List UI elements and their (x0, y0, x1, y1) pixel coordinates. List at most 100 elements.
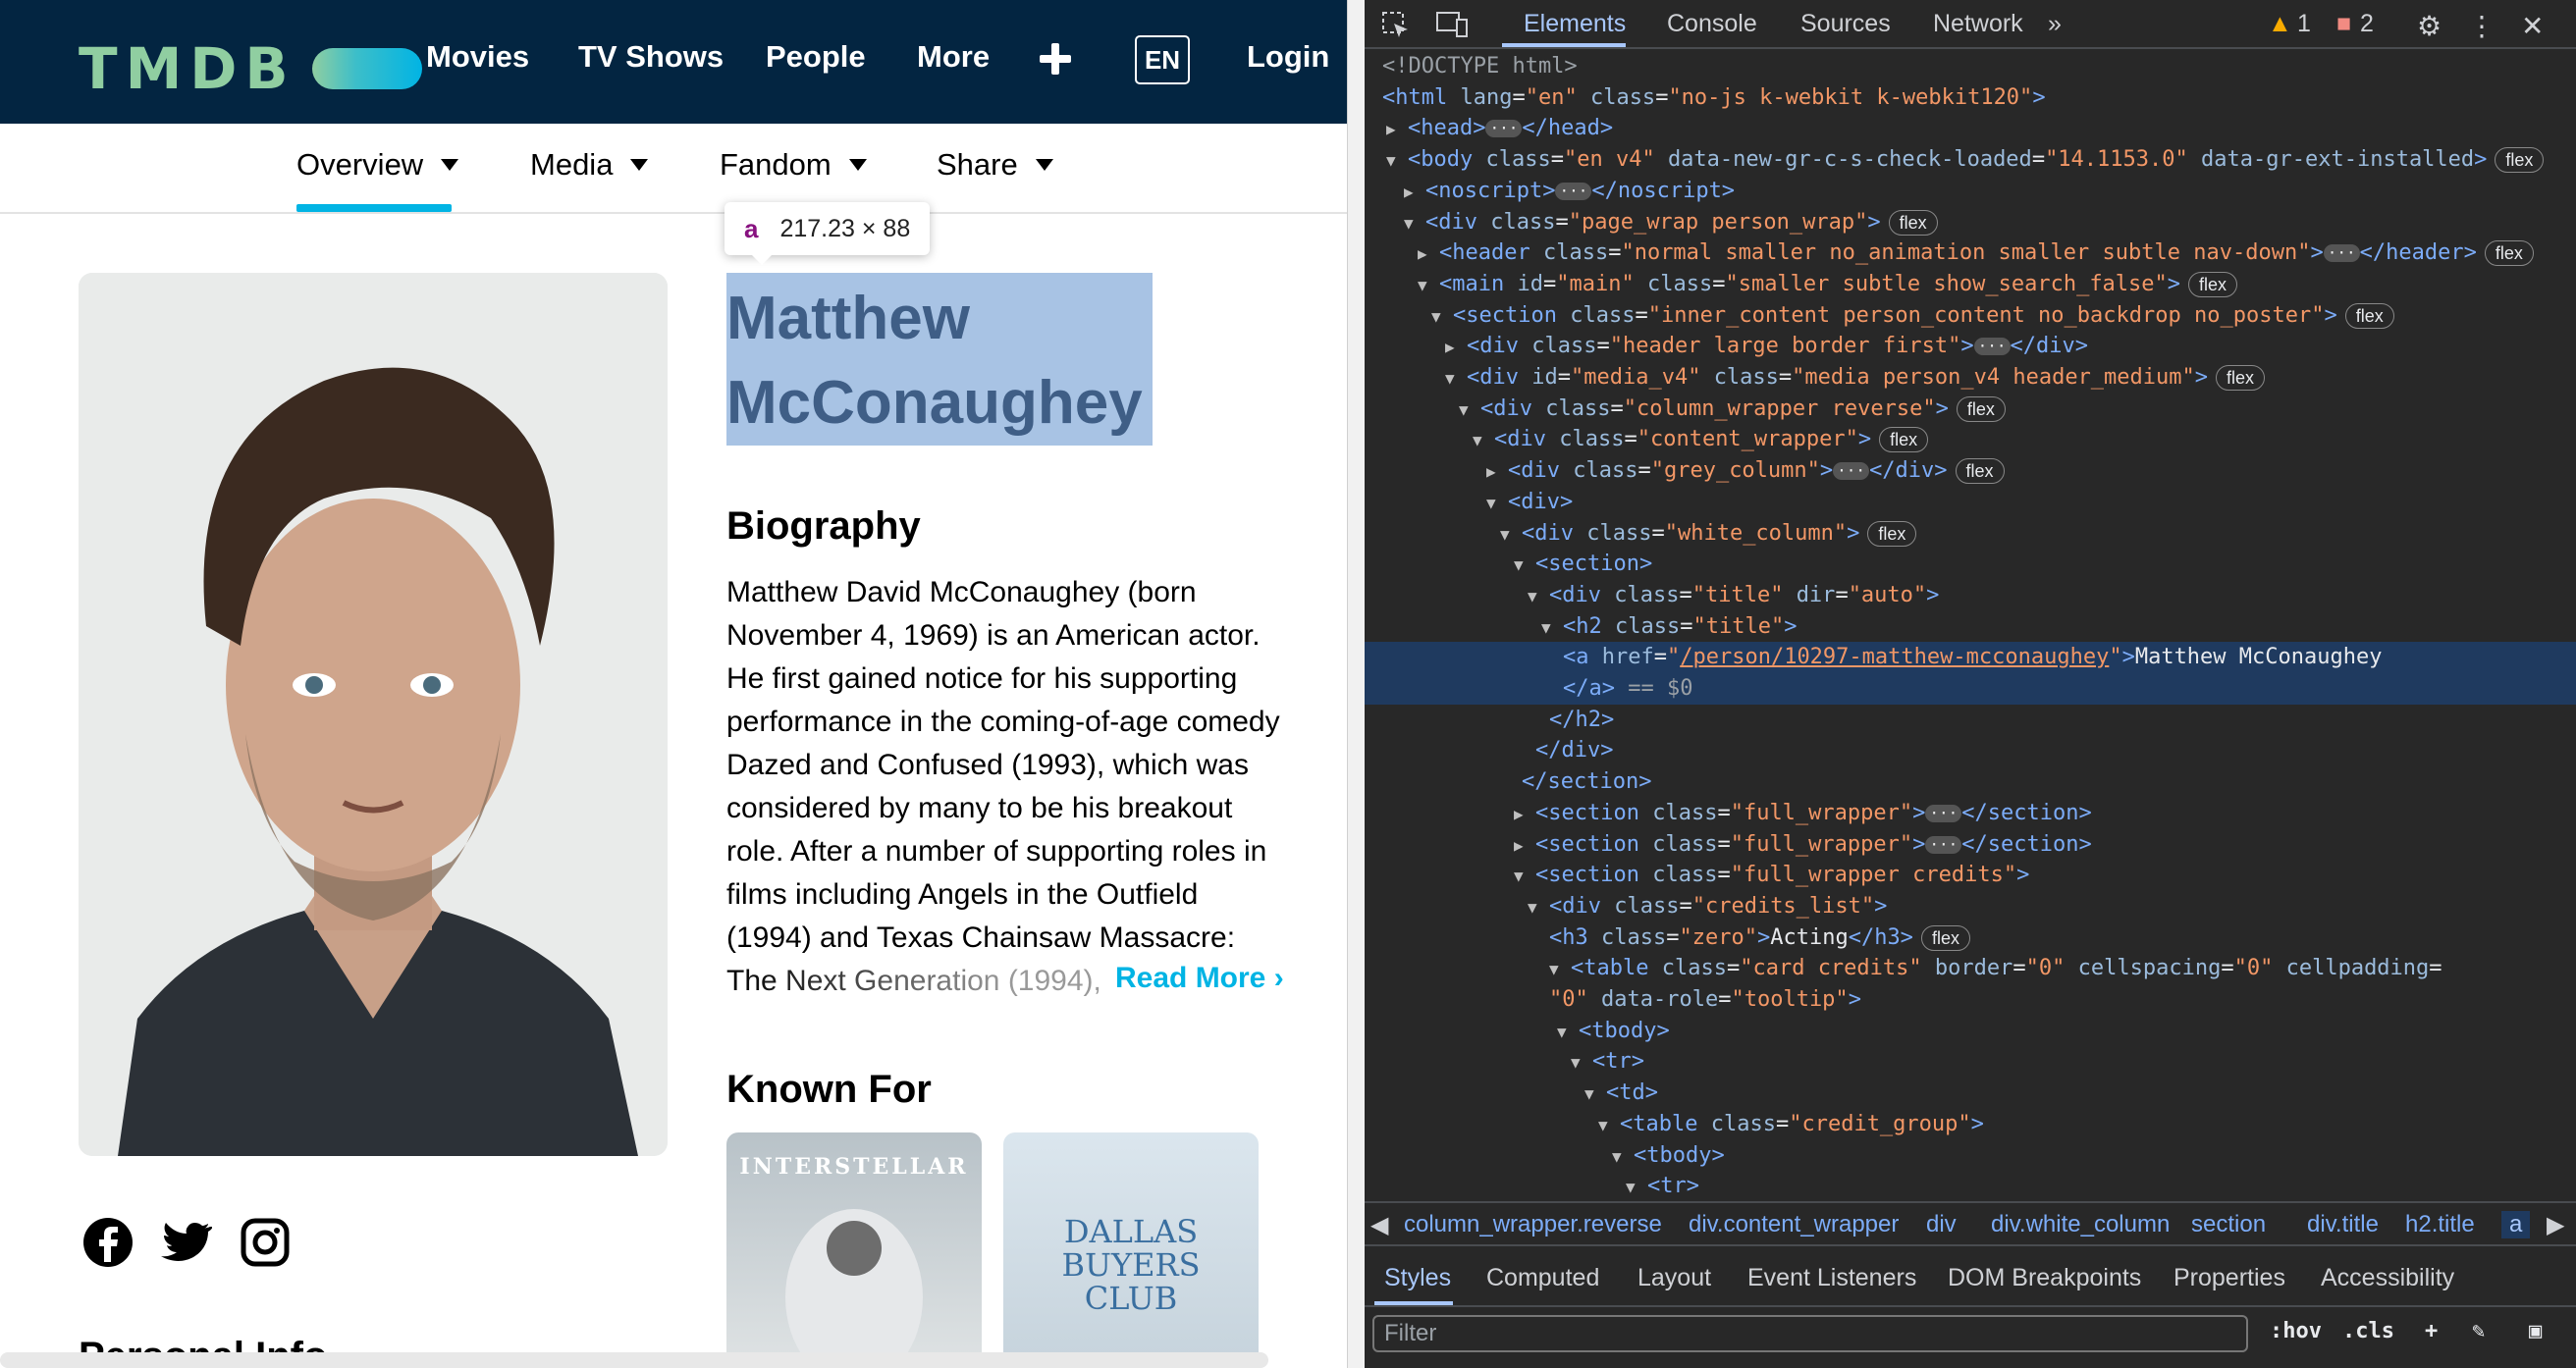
dom-node-line[interactable]: ▼ <table class="card credits" border="0" … (1365, 953, 2576, 984)
nav-people[interactable]: People (766, 39, 866, 75)
chevron-right-icon: › (1273, 962, 1284, 994)
breadcrumb-item[interactable]: div.content_wrapper (1689, 1211, 1899, 1238)
horizontal-scrollbar[interactable] (0, 1352, 1268, 1368)
breadcrumb-scroll-left-icon[interactable]: ◀ (1370, 1211, 1388, 1239)
dom-node-line[interactable]: ▶ <section class="full_wrapper"> ··· </sect… (1365, 829, 2576, 861)
close-icon[interactable]: ✕ (2521, 10, 2544, 42)
breadcrumb-item[interactable]: div (1926, 1211, 1957, 1238)
tab-media[interactable]: Media (530, 147, 649, 183)
tab-accessibility[interactable]: Accessibility (2321, 1264, 2454, 1292)
dom-node-line[interactable]: ▼ <tr> (1365, 1046, 2576, 1078)
tmdb-logo[interactable]: TMDB (79, 35, 422, 102)
tab-overview[interactable]: Overview (296, 147, 459, 183)
dom-node-line[interactable]: ▼ <div class="white_column"> flex (1365, 518, 2576, 550)
error-count[interactable]: 2 (2360, 10, 2374, 38)
error-icon[interactable]: ■ (2336, 10, 2351, 38)
dom-node-line[interactable]: ▼ <div class="page_wrap person_wrap"> flex (1365, 207, 2576, 238)
dom-node-line[interactable]: ▼ <section class="inner_content person_co… (1365, 300, 2576, 332)
breadcrumb-item[interactable]: div.white_column (1991, 1211, 2170, 1238)
breadcrumb-item[interactable]: column_wrapper.reverse (1404, 1211, 1662, 1238)
nav-more[interactable]: More (917, 39, 990, 75)
twitter-icon[interactable] (161, 1217, 212, 1268)
login-link[interactable]: Login (1247, 39, 1329, 75)
dom-node-line[interactable]: ▼ <div class="column_wrapper reverse"> fle… (1365, 394, 2576, 425)
dom-node-line[interactable]: ▼ <div class="credits_list"> (1365, 891, 2576, 922)
tab-styles[interactable]: Styles (1384, 1264, 1451, 1292)
new-style-rule-icon[interactable]: + (2425, 1319, 2438, 1343)
dom-node-line[interactable]: ▼ <div class="title" dir="auto"> (1365, 580, 2576, 611)
styles-filter-input[interactable]: Filter (1372, 1315, 2248, 1352)
warning-icon[interactable]: ▲ (2268, 10, 2292, 38)
more-options-icon[interactable]: ⋮ (2468, 10, 2496, 42)
more-tabs-icon[interactable]: » (2048, 10, 2062, 38)
dom-node-line[interactable]: ▼ <tbody> (1365, 1016, 2576, 1047)
toggle-sidebar-icon[interactable]: ▣ (2529, 1319, 2542, 1343)
dom-node-line[interactable]: <html lang="en" class="no-js k-webkit k-… (1365, 82, 2576, 114)
dom-node-line[interactable]: ▼ <tbody> (1365, 1140, 2576, 1172)
device-toolbar-icon[interactable] (1435, 10, 1469, 39)
dom-node-line[interactable]: ▼ <section class="full_wrapper credits"> (1365, 860, 2576, 891)
dom-node-line[interactable]: ▼ <tr> (1365, 1171, 2576, 1199)
dom-node-line[interactable]: ▼ <body class="en v4" data-new-gr-c-s-che… (1365, 144, 2576, 176)
dom-node-line[interactable]: ▼ <main id="main" class="smaller subtle s… (1365, 269, 2576, 300)
tab-dom-breakpoints[interactable]: DOM Breakpoints (1948, 1264, 2141, 1292)
tab-share[interactable]: Share (937, 147, 1053, 183)
dom-node-line[interactable]: ▼ <div id="media_v4" class="media person_… (1365, 362, 2576, 394)
facebook-icon[interactable] (82, 1217, 134, 1268)
dom-node-line[interactable]: ▶ <header class="normal smaller no_animat… (1365, 237, 2576, 269)
active-tab-indicator (296, 204, 452, 212)
active-tab-indicator (1502, 43, 1626, 47)
dom-node-line[interactable]: ▼ <div> (1365, 487, 2576, 518)
dom-node-line[interactable]: <a href="/person/10297-matthew-mcconaugh… (1365, 642, 2576, 674)
tab-event-listeners[interactable]: Event Listeners (1747, 1264, 1916, 1292)
dom-node-line[interactable]: </a> == $0 (1365, 673, 2576, 705)
tab-properties[interactable]: Properties (2174, 1264, 2285, 1292)
class-toggle[interactable]: .cls (2342, 1319, 2394, 1343)
breadcrumb-item[interactable]: h2.title (2405, 1211, 2475, 1238)
tab-network[interactable]: Network (1933, 10, 2023, 38)
dom-node-line[interactable]: ▶ <head> ··· </head> (1365, 113, 2576, 144)
tab-console[interactable]: Console (1667, 10, 1757, 38)
breadcrumb-scroll-right-icon[interactable]: ▶ (2547, 1211, 2564, 1239)
paint-brush-icon[interactable]: ✎ (2472, 1319, 2485, 1343)
tab-layout[interactable]: Layout (1637, 1264, 1711, 1292)
dom-node-line[interactable]: ▶ <noscript> ··· </noscript> (1365, 176, 2576, 207)
nav-tv-shows[interactable]: TV Shows (578, 39, 724, 75)
dom-node-line[interactable]: </h2> (1365, 705, 2576, 736)
known-for-poster-interstellar[interactable]: INTERSTELLAR (726, 1132, 982, 1368)
dom-node-line[interactable]: ▶ <div class="header large border first">… (1365, 331, 2576, 362)
tab-elements[interactable]: Elements (1524, 10, 1626, 38)
dom-node-line[interactable]: "0" data-role="tooltip"> (1365, 984, 2576, 1016)
language-button[interactable]: EN (1135, 35, 1190, 84)
dom-node-line[interactable]: </div> (1365, 735, 2576, 766)
devtools-resize-handle[interactable] (1347, 0, 1365, 1368)
inspect-element-icon[interactable] (1380, 10, 1410, 39)
hover-state-toggle[interactable]: :hov (2270, 1319, 2322, 1343)
tab-computed[interactable]: Computed (1486, 1264, 1599, 1292)
breadcrumb-item[interactable]: div.title (2307, 1211, 2379, 1238)
read-more-link[interactable]: Read More › (1111, 962, 1284, 995)
breadcrumb-item-active[interactable]: a (2501, 1211, 2531, 1238)
dom-node-line[interactable]: </section> (1365, 766, 2576, 798)
settings-gear-icon[interactable]: ⚙ (2417, 10, 2442, 42)
dom-node-line[interactable]: ▼ <section> (1365, 549, 2576, 580)
dom-node-line[interactable]: ▼ <table class="credit_group"> (1365, 1109, 2576, 1140)
dom-node-line[interactable]: ▶ <div class="grey_column"> ··· </div> flex (1365, 455, 2576, 487)
instagram-icon[interactable] (240, 1217, 291, 1268)
dom-node-line[interactable]: ▶ <section class="full_wrapper"> ··· </sect… (1365, 798, 2576, 829)
dom-node-line[interactable]: <!DOCTYPE html> (1365, 51, 2576, 82)
caret-down-icon (848, 159, 867, 171)
add-icon[interactable] (1033, 37, 1078, 82)
nav-movies[interactable]: Movies (426, 39, 529, 75)
person-name-link[interactable]: Matthew McConaughey (726, 277, 1158, 446)
logo-text: TMDB (79, 35, 296, 102)
dom-node-line[interactable]: ▼ <td> (1365, 1078, 2576, 1109)
breadcrumb-item[interactable]: section (2191, 1211, 2266, 1238)
dom-node-line[interactable]: <h3 class="zero">Acting</h3> flex (1365, 922, 2576, 954)
tab-sources[interactable]: Sources (1800, 10, 1891, 38)
dom-node-line[interactable]: ▼ <h2 class="title"> (1365, 611, 2576, 643)
dom-node-line[interactable]: ▼ <div class="content_wrapper"> flex (1365, 424, 2576, 455)
warning-count[interactable]: 1 (2297, 10, 2311, 38)
tab-fandom[interactable]: Fandom (720, 147, 867, 183)
known-for-poster-dallas-buyers-club[interactable]: DALLAS BUYERS CLUB (1003, 1132, 1259, 1368)
